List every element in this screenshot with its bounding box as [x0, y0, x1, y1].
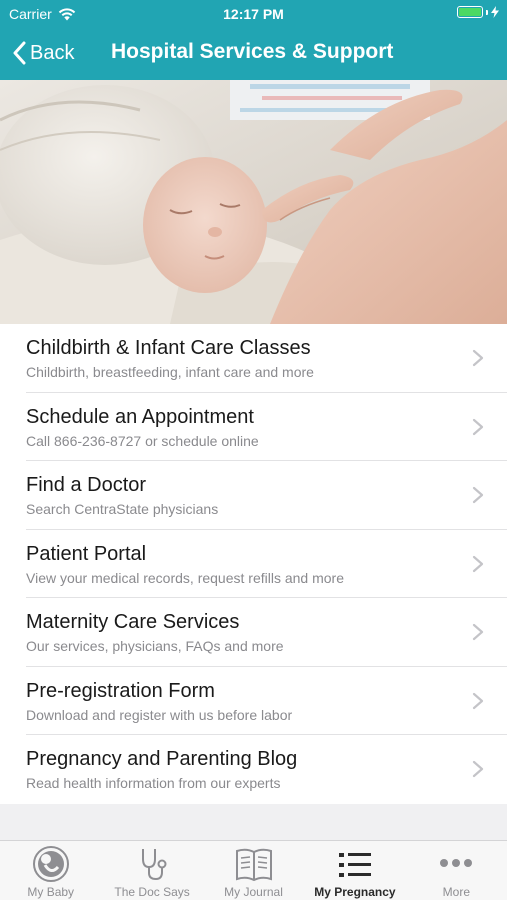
- status-bar: Carrier 12:17 PM: [0, 0, 507, 28]
- list-item-title: Maternity Care Services: [26, 611, 240, 633]
- baby-icon: [32, 846, 69, 882]
- hero-image: [0, 80, 507, 324]
- list-icon: [338, 853, 371, 877]
- stethoscope-icon: [142, 849, 167, 881]
- chevron-right-icon: [472, 486, 484, 504]
- chevron-right-icon: [472, 418, 484, 435]
- status-time: 12:17 PM: [223, 6, 284, 22]
- list-item-title: Pre-registration Form: [26, 679, 215, 702]
- navigation-bar: Back Hospital Services & Support: [0, 28, 507, 80]
- list-item-title: Patient Portal: [26, 542, 147, 565]
- tab-label: My Pregnancy: [314, 885, 396, 899]
- back-button[interactable]: Back: [12, 38, 74, 68]
- tab-label: More: [442, 885, 470, 899]
- list-item-subtitle: Call 866-236-8727 or schedule online: [26, 432, 259, 449]
- list-item[interactable]: Childbirth & Infant Care Classes Childbir…: [0, 324, 507, 393]
- tab-the-doc-says[interactable]: The Doc Says: [101, 841, 202, 900]
- newborn-baby-photo: [0, 80, 507, 324]
- top-bar: Carrier 12:17 PM Back Hospital Services …: [0, 0, 507, 80]
- list-item-subtitle: Download and register with us before lab…: [26, 706, 293, 723]
- list-item-subtitle: Search CentraState physicians: [26, 501, 219, 517]
- list-item-subtitle: Read health information from our experts: [26, 775, 281, 791]
- chevron-right-icon: [472, 623, 484, 641]
- list-item[interactable]: Pregnancy and Parenting Blog Read health …: [0, 735, 507, 804]
- tab-my-journal[interactable]: My Journal: [203, 841, 304, 900]
- list-item-title: Pregnancy and Parenting Blog: [26, 748, 298, 770]
- list-item-title: Schedule an Appointment: [26, 405, 254, 428]
- page-title: Hospital Services & Support: [111, 40, 394, 63]
- list-item[interactable]: Patient Portal View your medical records,…: [0, 530, 507, 598]
- more-icon: [440, 859, 473, 867]
- tab-bar: My Baby The Doc Says My Journal My Pregn…: [0, 840, 507, 900]
- chevron-right-icon: [472, 760, 484, 778]
- list-item[interactable]: Pre-registration Form Download and regist…: [0, 667, 507, 735]
- list-item-title: Childbirth & Infant Care Classes: [26, 337, 311, 359]
- services-list: Childbirth & Infant Care Classes Childbir…: [0, 324, 507, 804]
- tab-label: The Doc Says: [114, 885, 190, 899]
- battery-icon: [457, 6, 499, 18]
- list-item[interactable]: Maternity Care Services Our services, phy…: [0, 598, 507, 667]
- chevron-left-icon: [13, 41, 26, 65]
- tab-label: My Journal: [224, 885, 283, 899]
- tab-label: My Baby: [27, 885, 75, 899]
- list-item[interactable]: Find a Doctor Search CentraState physicia…: [0, 461, 507, 530]
- list-item-title: Find a Doctor: [26, 474, 147, 496]
- list-item-subtitle: Our services, physicians, FAQs and more: [26, 638, 284, 654]
- tab-my-pregnancy[interactable]: My Pregnancy: [304, 841, 405, 900]
- chevron-right-icon: [472, 555, 484, 572]
- chevron-right-icon: [472, 692, 484, 709]
- tab-more[interactable]: More: [406, 841, 507, 900]
- list-item-subtitle: Childbirth, breastfeeding, infant care a…: [26, 364, 314, 380]
- journal-icon: [235, 848, 272, 882]
- back-label: Back: [30, 41, 75, 64]
- list-item[interactable]: Schedule an Appointment Call 866-236-8727…: [0, 393, 507, 461]
- chevron-right-icon: [472, 349, 484, 367]
- tab-my-baby[interactable]: My Baby: [0, 841, 101, 900]
- list-item-subtitle: View your medical records, request refil…: [26, 569, 344, 586]
- charging-bolt-icon: [491, 6, 499, 18]
